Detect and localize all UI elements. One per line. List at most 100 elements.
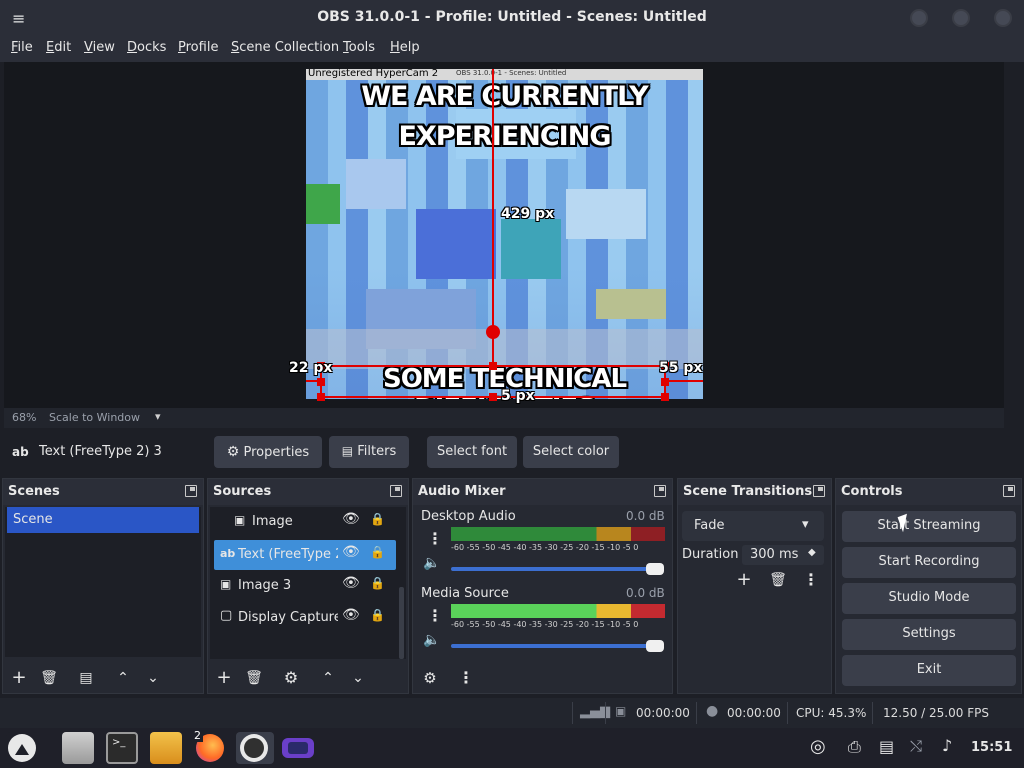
menu-file[interactable]: File: [11, 40, 33, 55]
visibility-eye-icon[interactable]: 👁: [342, 544, 360, 560]
resize-handle-r[interactable]: [661, 378, 669, 386]
status-bar: ▂▄▆ ▣ 00:00:00 ● 00:00:00 CPU: 45.3% 12.…: [0, 698, 1024, 728]
move-scene-down-button[interactable]: ⌄: [140, 666, 166, 692]
add-transition-button[interactable]: +: [731, 568, 757, 594]
app-launcher-icon[interactable]: [6, 732, 38, 764]
menu-edit[interactable]: Edit: [46, 40, 71, 55]
terminal-icon[interactable]: >_: [106, 732, 138, 764]
menu-profile[interactable]: Profile: [178, 40, 218, 55]
scene-filters-icon[interactable]: ▤: [73, 666, 99, 692]
game-controller-icon[interactable]: [282, 732, 314, 764]
media-source-meter: [451, 604, 665, 618]
stream-icon: ▣: [615, 704, 627, 718]
obs-tray-icon[interactable]: ◎: [810, 736, 826, 757]
remove-transition-button[interactable]: 🗑: [765, 568, 791, 594]
maximize-button[interactable]: [952, 9, 970, 27]
resize-handle-l[interactable]: [317, 378, 325, 386]
scene-item[interactable]: Scene: [7, 507, 199, 533]
filters-button[interactable]: ▤ Filters: [329, 436, 409, 468]
text-source-icon: ab: [12, 445, 29, 459]
move-source-up-button[interactable]: ⌃: [315, 666, 341, 692]
desktop-audio-volume-slider[interactable]: [451, 567, 661, 571]
desktop-audio-db: 0.0 dB: [626, 509, 665, 523]
float-dock-icon[interactable]: [813, 485, 825, 497]
menu-docks[interactable]: Docks: [127, 40, 166, 55]
printer-icon[interactable]: ⎙: [848, 737, 861, 757]
resize-handle-t[interactable]: [489, 362, 497, 370]
menu-help[interactable]: Help: [390, 40, 420, 55]
media-source-menu-icon[interactable]: ⋮: [427, 606, 443, 625]
add-source-button[interactable]: +: [211, 666, 237, 692]
remove-source-button[interactable]: 🗑: [241, 666, 267, 692]
firefox-icon[interactable]: 2: [192, 729, 226, 764]
move-source-down-button[interactable]: ⌄: [345, 666, 371, 692]
resize-handle-b[interactable]: [489, 393, 497, 401]
lock-icon[interactable]: 🔒: [370, 545, 385, 559]
select-color-button[interactable]: Select color: [523, 436, 619, 468]
preview-image[interactable]: WE ARE CURRENTLY EXPERIENCING SOME TECHN…: [306, 69, 703, 399]
menu-view[interactable]: View: [84, 40, 115, 55]
start-recording-button[interactable]: Start Recording: [842, 547, 1016, 578]
menu-scene-collection[interactable]: Scene Collection: [231, 40, 339, 55]
video-editor-icon[interactable]: [150, 732, 182, 764]
transition-type-select[interactable]: Fade ▾: [682, 511, 824, 541]
transition-menu-icon[interactable]: ⋮: [798, 568, 824, 594]
spin-arrows-icon[interactable]: ◆: [808, 547, 816, 558]
move-scene-up-button[interactable]: ⌃: [110, 666, 136, 692]
lock-icon[interactable]: 🔒: [370, 512, 385, 526]
rotation-handle[interactable]: [486, 325, 500, 339]
desktop-audio-volume-knob[interactable]: [646, 563, 664, 575]
scene-transitions-title: Scene Transitions: [683, 484, 813, 499]
network-disconnected-icon[interactable]: ⤭: [910, 737, 922, 755]
exit-button[interactable]: Exit: [842, 655, 1016, 686]
lock-icon[interactable]: 🔒: [370, 608, 385, 622]
obs-taskbar-icon[interactable]: [236, 732, 274, 764]
media-source-label: Media Source: [421, 586, 509, 601]
lock-icon[interactable]: 🔒: [370, 576, 385, 590]
select-font-button[interactable]: Select font: [427, 436, 517, 468]
close-button[interactable]: [994, 9, 1012, 27]
settings-button[interactable]: Settings: [842, 619, 1016, 650]
file-manager-icon[interactable]: [62, 732, 94, 764]
media-source-volume-slider[interactable]: [451, 644, 661, 648]
window-title: OBS 31.0.0-1 - Profile: Untitled - Scene…: [317, 9, 707, 25]
add-scene-button[interactable]: +: [6, 666, 32, 692]
minimize-button[interactable]: [910, 9, 928, 27]
float-dock-icon[interactable]: [1003, 485, 1015, 497]
audio-mixer-menu-icon[interactable]: ⋮: [453, 666, 479, 692]
meme-top-line-2: EXPERIENCING: [398, 121, 612, 152]
float-dock-icon[interactable]: [390, 485, 402, 497]
keyboard-icon[interactable]: ▤: [879, 737, 894, 756]
visibility-eye-icon[interactable]: 👁: [342, 511, 360, 527]
source-item-text[interactable]: ab Text (FreeType 2) 👁 🔒: [214, 540, 396, 570]
resize-handle-bl[interactable]: [317, 393, 325, 401]
chevron-down-icon[interactable]: ▾: [155, 410, 161, 423]
properties-button[interactable]: ⚙ Properties: [214, 436, 322, 468]
resize-handle-br[interactable]: [661, 393, 669, 401]
studio-mode-button[interactable]: Studio Mode: [842, 583, 1016, 614]
source-properties-gear-icon[interactable]: ⚙: [278, 666, 304, 692]
visibility-eye-icon[interactable]: 👁: [342, 575, 360, 591]
remove-scene-button[interactable]: 🗑: [36, 666, 62, 692]
float-dock-icon[interactable]: [185, 485, 197, 497]
audio-settings-gear-icon[interactable]: ⚙: [417, 666, 443, 692]
start-streaming-button[interactable]: Start Streaming: [842, 511, 1016, 542]
desktop-audio-menu-icon[interactable]: ⋮: [427, 529, 443, 548]
duration-spinbox[interactable]: 300 ms ◆: [742, 545, 824, 565]
visibility-eye-icon[interactable]: 👁: [342, 607, 360, 623]
desktop-audio-mute-icon[interactable]: 🔈: [423, 555, 440, 571]
media-source-volume-knob[interactable]: [646, 640, 664, 652]
source-item-display-capture[interactable]: ▢ Display Capture 👁 🔒: [214, 603, 396, 633]
music-note-icon[interactable]: ♪: [942, 736, 952, 755]
scenes-list: Scene: [5, 507, 201, 657]
float-dock-icon[interactable]: [654, 485, 666, 497]
source-item-image-3[interactable]: ▣ Image 3 👁 🔒: [214, 571, 396, 601]
zoom-mode-select[interactable]: Scale to Window: [49, 411, 140, 424]
clock[interactable]: 15:51: [971, 740, 1012, 755]
monitor-icon: ▢: [220, 608, 233, 623]
desktop-audio-meter: [451, 527, 665, 541]
sources-scrollbar[interactable]: [399, 587, 404, 659]
media-source-mute-icon[interactable]: 🔈: [423, 632, 440, 648]
menu-tools[interactable]: Tools: [343, 40, 375, 55]
source-item-image[interactable]: ▣ Image 👁 🔒: [214, 507, 396, 537]
